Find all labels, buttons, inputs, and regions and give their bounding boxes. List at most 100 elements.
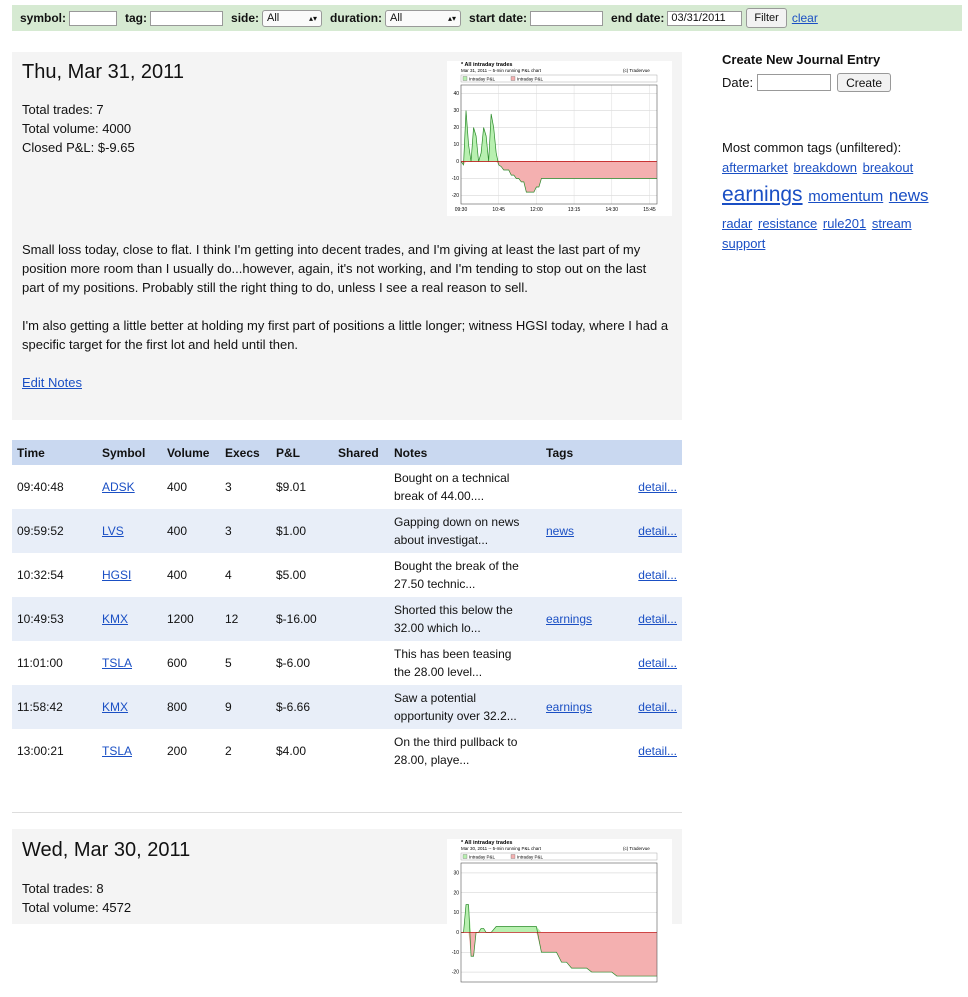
tag-link-news[interactable]: news xyxy=(889,186,929,205)
symbol-input[interactable] xyxy=(69,10,118,26)
col-volume[interactable]: Volume xyxy=(162,440,220,465)
detail-link[interactable]: detail... xyxy=(638,744,677,758)
journal-date-input[interactable] xyxy=(757,74,832,91)
trade-notes-line: This has been teasing xyxy=(394,647,512,661)
trade-symbol-link[interactable]: KMX xyxy=(102,612,128,626)
trade-time: 11:58:42 xyxy=(12,685,97,729)
day-date: Thu, Mar 31, 2011 xyxy=(22,61,184,83)
detail-link[interactable]: detail... xyxy=(638,612,677,626)
tag-link-aftermarket[interactable]: aftermarket xyxy=(722,160,788,175)
detail-link[interactable]: detail... xyxy=(638,480,677,494)
detail-link[interactable]: detail... xyxy=(638,656,677,670)
legend-swatch-positive xyxy=(462,854,468,859)
legend-swatch-negative xyxy=(510,854,516,859)
col-notes[interactable]: Notes xyxy=(389,440,541,465)
col-symbol[interactable]: Symbol xyxy=(97,440,162,465)
trade-symbol-link[interactable]: KMX xyxy=(102,700,128,714)
tag-link-support[interactable]: support xyxy=(722,236,765,251)
tag-link-rule201[interactable]: rule201 xyxy=(823,216,866,231)
y-tick-label: 20 xyxy=(453,125,459,131)
trade-symbol-link[interactable]: TSLA xyxy=(102,744,132,758)
detail-link[interactable]: detail... xyxy=(638,700,677,714)
closed-pnl: Closed P&L: $-9.65 xyxy=(22,140,135,155)
filter-button[interactable]: Filter xyxy=(746,8,787,28)
create-button[interactable]: Create xyxy=(837,73,892,92)
detail-link[interactable]: detail... xyxy=(638,524,677,538)
col-shared[interactable]: Shared xyxy=(333,440,389,465)
side-label: side: xyxy=(231,11,260,25)
trade-time: 10:49:53 xyxy=(12,597,97,641)
x-tick-label: 13:15 xyxy=(568,207,581,213)
trade-pnl: $5.00 xyxy=(276,568,307,582)
tag-input[interactable] xyxy=(150,10,224,26)
y-tick-label: 30 xyxy=(453,108,459,114)
x-tick-label: 12:00 xyxy=(530,207,543,213)
tag-label: tag: xyxy=(125,11,148,25)
end-date-input[interactable]: 03/31/2011 xyxy=(667,10,743,26)
right-sidebar: Create New Journal Entry Date: Create Mo… xyxy=(722,52,962,254)
trade-execs: 5 xyxy=(225,656,232,670)
duration-select[interactable]: All ▴▾ xyxy=(385,9,462,27)
detail-link[interactable]: detail... xyxy=(638,568,677,582)
notes-paragraph: I'm also getting a little better at hold… xyxy=(22,318,669,352)
trade-pnl: $-6.00 xyxy=(276,656,311,670)
trade-time: 09:40:48 xyxy=(17,480,64,494)
table-row: 11:01:00 TSLA 600 5 $-6.00 This has been… xyxy=(12,641,682,685)
col-time[interactable]: Time xyxy=(12,440,97,465)
trade-tag-link[interactable]: news xyxy=(546,524,574,538)
trade-symbol-link[interactable]: TSLA xyxy=(102,656,132,670)
total-volume: Total volume: 4000 xyxy=(22,121,132,136)
trade-execs: 4 xyxy=(225,568,232,582)
col-execs[interactable]: Execs xyxy=(220,440,271,465)
trade-notes: Bought on a technical break of 44.00.... xyxy=(389,465,541,509)
table-row: 09:40:48 ADSK 400 3 $9.01 Bought on a te… xyxy=(12,465,682,509)
col-pnl[interactable]: P&L xyxy=(271,440,333,465)
trade-notes-line: Shorted this below the xyxy=(394,603,513,617)
tag-link-radar[interactable]: radar xyxy=(722,216,752,231)
trade-time: 11:01:00 xyxy=(17,656,63,670)
day-stats: Total trades: 8 Total volume: 4572 xyxy=(22,879,131,917)
trade-notes-line: Bought on a technical xyxy=(394,471,510,485)
y-tick-label: 10 xyxy=(453,142,459,148)
edit-notes-link[interactable]: Edit Notes xyxy=(22,375,82,390)
table-row: 10:49:53 KMX 1200 12 $-16.00 Shorted thi… xyxy=(12,597,682,641)
total-volume: Total volume: 4572 xyxy=(22,900,132,915)
pnl-area-negative xyxy=(461,932,657,977)
x-tick-label: 09:30 xyxy=(455,207,468,213)
trade-execs: 9 xyxy=(220,685,271,729)
side-select[interactable]: All ▴▾ xyxy=(262,9,323,27)
table-header-row: Time Symbol Volume Execs P&L Shared Note… xyxy=(12,440,682,465)
tag-link-resistance[interactable]: resistance xyxy=(758,216,817,231)
y-tick-label: 10 xyxy=(453,910,459,916)
side-select-value: All xyxy=(267,12,280,24)
col-tags[interactable]: Tags xyxy=(541,440,628,465)
chart-credit: (c) Tradervue xyxy=(623,846,650,851)
journal-form: Date: Create xyxy=(722,73,962,92)
trade-symbol-link[interactable]: HGSI xyxy=(102,568,131,582)
trade-notes: Shorted this below the 32.00 which lo... xyxy=(389,597,541,641)
tag-link-stream[interactable]: stream xyxy=(872,216,912,231)
y-tick-label: -20 xyxy=(452,193,459,199)
trade-tag-link[interactable]: earnings xyxy=(546,700,592,714)
trade-volume: 400 xyxy=(167,480,188,494)
start-date-input[interactable] xyxy=(530,10,604,26)
trade-volume: 800 xyxy=(162,685,220,729)
trade-notes-line: opportunity over 32.2... xyxy=(394,709,517,723)
symbol-label: symbol: xyxy=(20,11,67,25)
trade-tag-link[interactable]: earnings xyxy=(546,612,592,626)
y-tick-label: 40 xyxy=(453,91,459,97)
tag-link-momentum[interactable]: momentum xyxy=(808,188,883,205)
tag-link-breakdown[interactable]: breakdown xyxy=(793,160,857,175)
tag-link-breakout[interactable]: breakout xyxy=(863,160,914,175)
trade-pnl: $-6.66 xyxy=(271,685,333,729)
trade-symbol-link[interactable]: LVS xyxy=(102,524,124,538)
y-tick-label: -10 xyxy=(452,176,459,182)
trade-volume: 200 xyxy=(167,744,188,758)
tag-link-earnings[interactable]: earnings xyxy=(722,183,803,206)
legend-label: Intraday P&L xyxy=(469,855,496,860)
legend-label: Intraday P&L xyxy=(469,77,496,82)
trade-shared xyxy=(333,597,389,641)
clear-link[interactable]: clear xyxy=(792,11,818,25)
trade-pnl: $-16.00 xyxy=(271,597,333,641)
trade-symbol-link[interactable]: ADSK xyxy=(102,480,135,494)
